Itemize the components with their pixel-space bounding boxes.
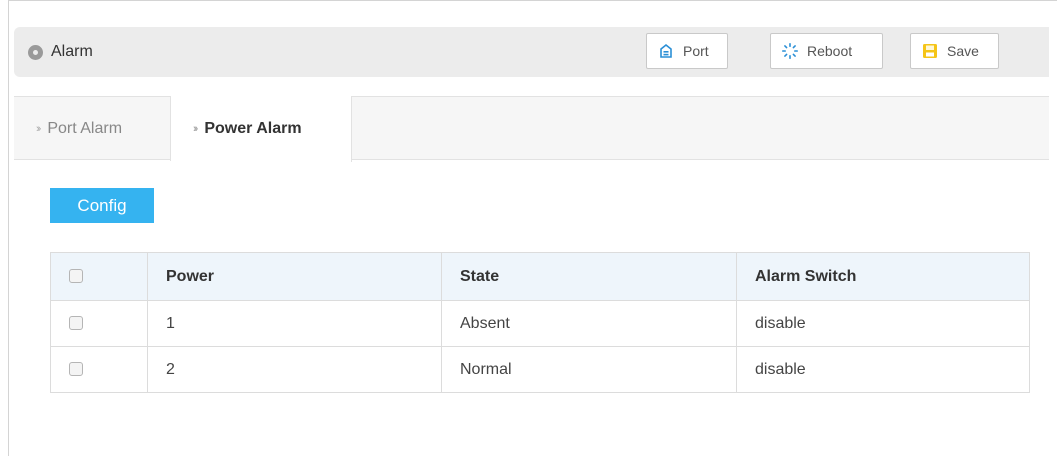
cell-alarm-switch: disable	[736, 346, 1030, 393]
column-header-alarm-switch[interactable]: Alarm Switch	[736, 252, 1030, 301]
chevron-right-icon: ››	[36, 122, 42, 135]
port-button[interactable]: Port	[646, 33, 728, 69]
table-row[interactable]: 1 Absent disable	[50, 300, 1030, 347]
cell-alarm-switch: disable	[736, 300, 1030, 347]
reboot-button-label: Reboot	[807, 43, 853, 59]
tab-label: Power Alarm	[204, 120, 302, 137]
cell-state: Absent	[441, 300, 737, 347]
column-header-state[interactable]: State	[441, 252, 737, 301]
config-button[interactable]: Config	[50, 188, 154, 223]
port-icon	[657, 42, 675, 60]
row-checkbox-cell	[50, 300, 148, 347]
cell-power: 1	[147, 300, 442, 347]
cell-power: 2	[147, 346, 442, 393]
page-header: Alarm Port Reboot Save	[14, 27, 1049, 77]
power-alarm-table: Power State Alarm Switch 1 Absent disabl…	[50, 252, 1030, 393]
port-button-label: Port	[683, 43, 709, 59]
cell-state: Normal	[441, 346, 737, 393]
table-header-row: Power State Alarm Switch	[50, 252, 1030, 301]
row-checkbox[interactable]	[69, 316, 83, 331]
table-row[interactable]: 2 Normal disable	[50, 346, 1030, 393]
save-button[interactable]: Save	[910, 33, 999, 69]
save-icon	[921, 42, 939, 60]
tab-bar: ›› Port Alarm ›› Power Alarm	[14, 96, 1049, 162]
select-all-checkbox[interactable]	[69, 269, 83, 284]
reboot-button[interactable]: Reboot	[770, 33, 883, 69]
row-checkbox-cell	[50, 346, 148, 393]
select-all-cell	[50, 252, 148, 301]
chevron-right-icon: ››	[193, 123, 199, 135]
tab-power-alarm[interactable]: ›› Power Alarm	[171, 96, 352, 162]
column-header-power[interactable]: Power	[147, 252, 442, 301]
row-checkbox[interactable]	[69, 362, 83, 377]
save-button-label: Save	[947, 43, 979, 59]
page-title: Alarm	[51, 43, 93, 60]
circle-icon	[28, 45, 43, 60]
tab-label: Port Alarm	[47, 119, 123, 137]
tab-port-alarm[interactable]: ›› Port Alarm	[14, 96, 171, 161]
reboot-icon	[781, 42, 799, 60]
